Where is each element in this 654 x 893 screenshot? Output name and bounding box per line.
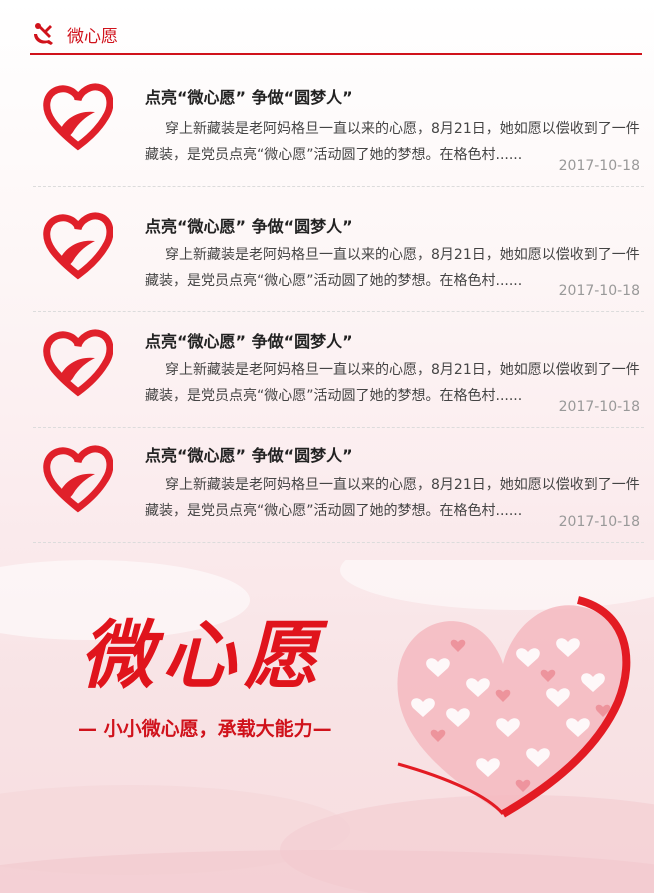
header-divider	[30, 53, 642, 55]
wish-list: 点亮“微心愿” 争做“圆梦人” 穿上新藏装是老阿妈格旦一直以来的心愿，8月21日…	[33, 56, 644, 543]
list-item[interactable]: 点亮“微心愿” 争做“圆梦人” 穿上新藏装是老阿妈格旦一直以来的心愿，8月21日…	[33, 428, 644, 543]
heart-hand-logo-icon	[43, 329, 113, 397]
item-title[interactable]: 点亮“微心愿” 争做“圆梦人”	[145, 328, 353, 352]
banner-title: 微心愿	[80, 613, 326, 699]
item-title[interactable]: 点亮“微心愿” 争做“圆梦人”	[145, 213, 353, 237]
party-emblem-icon	[34, 23, 53, 45]
item-title[interactable]: 点亮“微心愿” 争做“圆梦人”	[145, 442, 353, 466]
page-header: 微心愿	[0, 0, 654, 56]
list-item[interactable]: 点亮“微心愿” 争做“圆梦人” 穿上新藏装是老阿妈格旦一直以来的心愿，8月21日…	[33, 187, 644, 312]
wish-banner: 微心愿 — 小小微心愿，承载大能力—	[0, 560, 654, 893]
item-date: 2017-10-18	[558, 158, 640, 174]
page-title: 微心愿	[67, 27, 118, 47]
item-date: 2017-10-18	[558, 399, 640, 415]
item-date: 2017-10-18	[558, 283, 640, 299]
list-item[interactable]: 点亮“微心愿” 争做“圆梦人” 穿上新藏装是老阿妈格旦一直以来的心愿，8月21日…	[33, 312, 644, 428]
heart-pattern-icon	[397, 596, 631, 818]
heart-hand-logo-icon	[43, 445, 113, 513]
banner-slogan: — 小小微心愿，承载大能力—	[78, 718, 332, 740]
heart-hand-logo-icon	[43, 212, 113, 280]
heart-hand-logo-icon	[43, 83, 113, 151]
list-item[interactable]: 点亮“微心愿” 争做“圆梦人” 穿上新藏装是老阿妈格旦一直以来的心愿，8月21日…	[33, 56, 644, 187]
item-date: 2017-10-18	[558, 514, 640, 530]
item-title[interactable]: 点亮“微心愿” 争做“圆梦人”	[145, 84, 353, 108]
